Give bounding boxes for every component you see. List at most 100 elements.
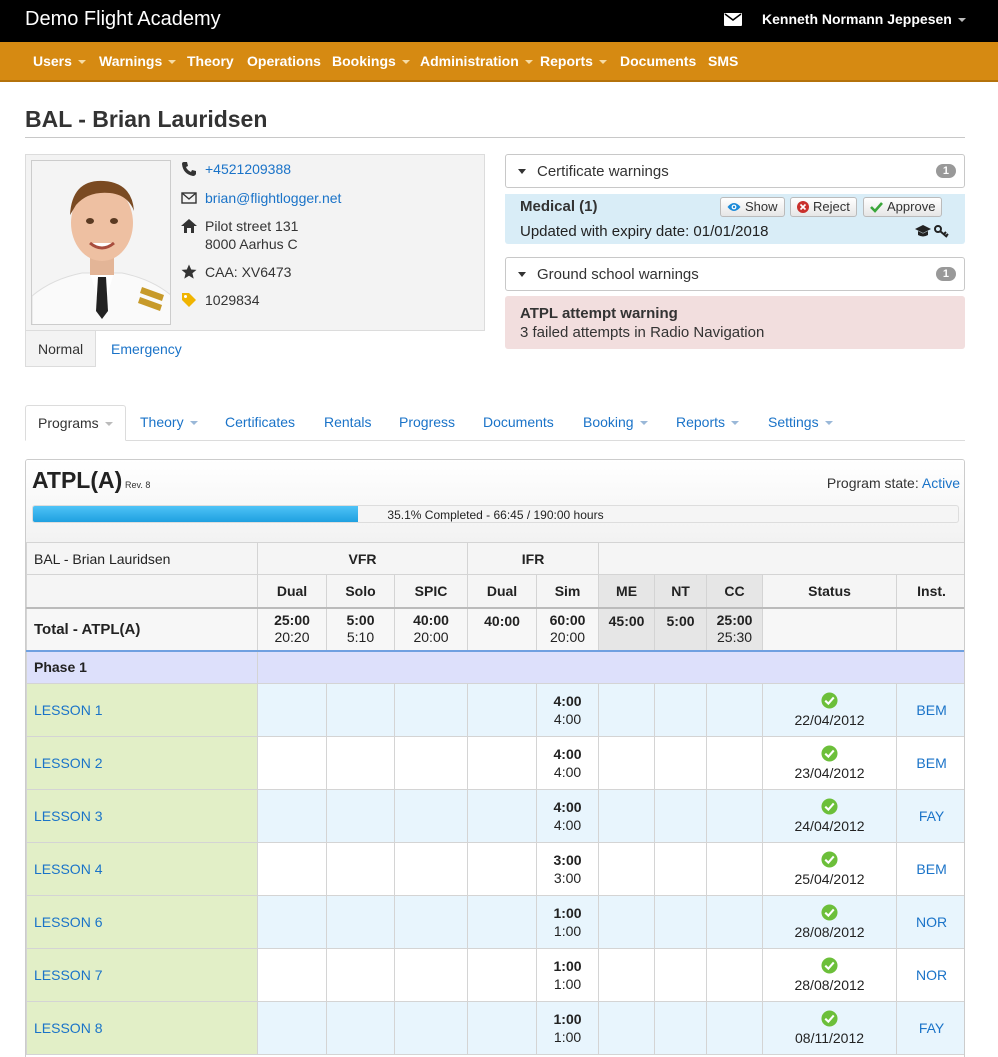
col-sim: Sim: [536, 574, 600, 609]
tab-booking[interactable]: Booking: [583, 414, 648, 430]
instructor-cell[interactable]: NOR: [896, 895, 964, 949]
caret-down-icon: [518, 169, 526, 174]
total-cell: 25:00 20:20: [257, 607, 327, 651]
program-state-link[interactable]: Active: [922, 475, 960, 491]
envelope-icon: [181, 192, 197, 204]
tabs-divider: [25, 440, 965, 441]
instructor-cell[interactable]: BEM: [896, 842, 964, 896]
lesson-link[interactable]: LESSON 4: [34, 861, 102, 877]
nav-operations[interactable]: Operations: [247, 53, 321, 69]
lessons-table: BAL - Brian Lauridsen VFR IFR Dual Solo …: [26, 542, 964, 1055]
lesson-row: LESSON 2 4:00 4:00 23/04/2012 BEM: [26, 736, 964, 790]
lesson-link[interactable]: LESSON 3: [34, 808, 102, 824]
phase-row: Phase 1: [26, 649, 964, 684]
lesson-link[interactable]: LESSON 7: [34, 967, 102, 983]
col-nt: NT: [654, 574, 708, 609]
lesson-link[interactable]: LESSON 2: [34, 755, 102, 771]
tab-theory[interactable]: Theory: [140, 414, 198, 430]
col-me: ME: [598, 574, 656, 609]
count-badge: 1: [935, 267, 956, 281]
lesson-link[interactable]: LESSON 1: [34, 702, 102, 718]
show-button[interactable]: Show: [720, 197, 785, 217]
email-link[interactable]: brian@flightlogger.net: [205, 189, 341, 207]
lesson-link[interactable]: LESSON 6: [34, 914, 102, 930]
avatar: [31, 160, 171, 325]
eye-icon: [727, 203, 741, 211]
group-vfr: VFR: [256, 542, 469, 575]
tab-settings[interactable]: Settings: [768, 414, 833, 430]
instructor-cell[interactable]: BEM: [896, 736, 964, 790]
app-title[interactable]: Demo Flight Academy: [25, 8, 221, 31]
status-cell: 22/04/2012: [762, 683, 898, 737]
instructor-cell[interactable]: NOR: [896, 948, 964, 1002]
tab-programs[interactable]: Programs: [25, 405, 126, 441]
total-cell: 40:00: [467, 607, 538, 651]
col-status: Status: [762, 574, 898, 609]
certificate-warnings-header[interactable]: Certificate warnings 1: [505, 154, 965, 188]
progress-label: 35.1% Completed - 66:45 / 190:00 hours: [387, 508, 604, 522]
lesson-row: LESSON 1 4:00 4:00 22/04/2012 BEM: [26, 683, 964, 737]
instructor-cell[interactable]: BEM: [896, 683, 964, 737]
status-cell: 25/04/2012: [762, 842, 898, 896]
col-spic: SPIC: [393, 574, 469, 609]
status-cell: 24/04/2012: [762, 789, 898, 843]
chevron-down-icon: [77, 60, 86, 65]
tab-reports[interactable]: Reports: [676, 414, 740, 430]
address-line2: 8000 Aarhus C: [205, 236, 298, 252]
user-menu[interactable]: Kenneth Normann Jeppesen: [762, 11, 966, 27]
chevron-down-icon: [189, 421, 198, 426]
sim-cell: 4:00 4:00: [536, 789, 600, 843]
profile-card: +4521209388 brian@flightlogger.net Pilot…: [25, 154, 485, 331]
nav-users[interactable]: Users: [33, 53, 86, 69]
status-date: 08/11/2012: [795, 1029, 865, 1046]
status-cell: 28/08/2012: [762, 895, 898, 949]
tab-documents[interactable]: Documents: [483, 414, 554, 430]
instructor-cell[interactable]: FAY: [896, 1001, 964, 1055]
check-icon: [870, 202, 883, 213]
nav-sms[interactable]: SMS: [708, 53, 738, 69]
status-date: 24/04/2012: [794, 817, 865, 834]
status-cell: 08/11/2012: [762, 1001, 898, 1055]
status-cell: 23/04/2012: [762, 736, 898, 790]
tab-progress[interactable]: Progress: [399, 414, 455, 430]
certificate-warnings-label: Certificate warnings: [537, 163, 669, 180]
status-date: 25/04/2012: [794, 870, 865, 887]
nav-theory[interactable]: Theory: [187, 53, 234, 69]
col-cc: CC: [706, 574, 764, 609]
reject-button[interactable]: Reject: [790, 197, 857, 217]
mail-icon[interactable]: [724, 13, 742, 26]
progress-bar: 35.1% Completed - 66:45 / 190:00 hours: [32, 505, 959, 523]
total-cell: 45:00: [598, 607, 656, 651]
chevron-down-icon: [731, 421, 740, 426]
status-cell: 28/08/2012: [762, 948, 898, 1002]
home-icon: [181, 219, 197, 233]
chevron-down-icon: [168, 60, 177, 65]
medical-warning-text: Updated with expiry date: 01/01/2018: [520, 223, 769, 240]
instructor-cell[interactable]: FAY: [896, 789, 964, 843]
caret-down-icon: [518, 272, 526, 277]
tab-normal[interactable]: Normal: [25, 331, 96, 367]
chevron-down-icon: [639, 421, 648, 426]
nav-documents[interactable]: Documents: [620, 53, 696, 69]
atpl-attempt-warning: ATPL attempt warning 3 failed attempts i…: [505, 296, 965, 349]
chevron-down-icon: [957, 18, 966, 23]
nav-administration[interactable]: Administration: [420, 53, 533, 69]
nav-warnings[interactable]: Warnings: [99, 53, 177, 69]
total-inst: [896, 607, 964, 651]
group-empty: [598, 542, 964, 575]
nav-reports[interactable]: Reports: [540, 53, 607, 69]
user-name: Kenneth Normann Jeppesen: [762, 11, 952, 27]
lesson-link[interactable]: LESSON 8: [34, 1020, 102, 1036]
tab-rentals[interactable]: Rentals: [324, 414, 371, 430]
total-status: [762, 607, 898, 651]
chevron-down-icon: [104, 422, 113, 427]
chevron-down-icon: [598, 60, 607, 65]
tab-emergency[interactable]: Emergency: [99, 331, 194, 367]
tab-certificates[interactable]: Certificates: [225, 414, 295, 430]
approve-button[interactable]: Approve: [863, 197, 943, 217]
ground-school-warnings-header[interactable]: Ground school warnings 1: [505, 257, 965, 291]
nav-bookings[interactable]: Bookings: [332, 53, 410, 69]
status-date: 28/08/2012: [794, 976, 865, 993]
phone-link[interactable]: +4521209388: [205, 160, 291, 178]
medical-warning: Medical (1) Show Reject Approve Updated …: [505, 194, 965, 244]
